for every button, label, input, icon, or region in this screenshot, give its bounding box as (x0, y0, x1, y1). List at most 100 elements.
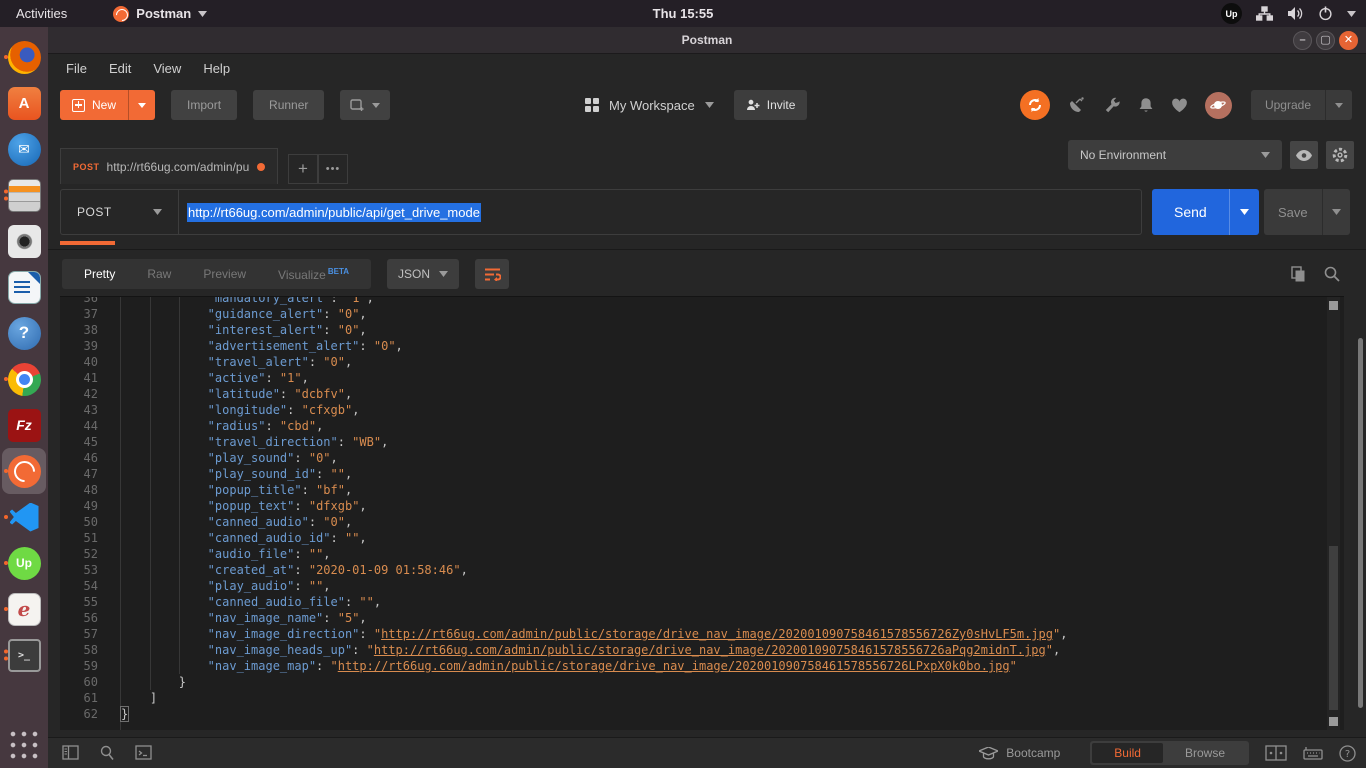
notifications-bell-icon[interactable] (1138, 97, 1154, 114)
window-scrollbar[interactable] (1358, 338, 1363, 708)
environment-quicklook-button[interactable] (1290, 141, 1318, 169)
json-value: WB (359, 435, 373, 449)
new-dropdown[interactable] (128, 90, 155, 120)
dock-item-libreoffice-writer[interactable] (2, 264, 46, 310)
json-key: "popup_title" (208, 483, 302, 497)
new-tab-button[interactable]: + (288, 154, 318, 184)
heart-icon[interactable] (1171, 98, 1188, 113)
dock-item-thunderbird[interactable]: ✉ (2, 126, 46, 172)
close-button[interactable]: ✕ (1339, 31, 1358, 50)
workspace-selector[interactable]: My Workspace (609, 98, 695, 113)
dock-item-terminal[interactable]: >_ (2, 632, 46, 678)
response-format-selector[interactable]: JSON (387, 259, 459, 289)
method-selector[interactable]: POST (60, 189, 178, 235)
bootcamp-label: Bootcamp (1006, 746, 1060, 760)
upgrade-dropdown[interactable] (1325, 90, 1352, 120)
indent-guide (150, 658, 179, 674)
view-visualize[interactable]: VisualizeBETA (262, 267, 365, 282)
view-preview[interactable]: Preview (187, 267, 262, 281)
ubuntu-software-icon: A (8, 87, 41, 120)
evince-icon: e (8, 593, 41, 626)
bracket: ] (150, 691, 157, 705)
line-number: 46 (60, 450, 120, 466)
response-url-link[interactable]: http://rt66ug.com/admin/public/storage/d… (381, 627, 1053, 641)
activities-button[interactable]: Activities (16, 6, 67, 21)
menu-help[interactable]: Help (203, 61, 230, 76)
new-window-button[interactable] (340, 90, 390, 120)
wrap-text-button[interactable] (475, 259, 509, 289)
send-button[interactable]: Send (1152, 189, 1259, 235)
upwork-tray-icon[interactable]: Up (1221, 3, 1242, 24)
response-body-viewer[interactable]: 36"mandatory_alert": "1",37"guidance_ale… (60, 296, 1344, 730)
interceptor-icon[interactable] (1067, 97, 1086, 114)
volume-icon[interactable] (1287, 6, 1304, 21)
dock-item-vscode[interactable] (2, 494, 46, 540)
request-tab[interactable]: POST http://rt66ug.com/admin/publ... (60, 148, 278, 184)
dock-item-file-cabinet[interactable] (2, 172, 46, 218)
save-dropdown[interactable] (1322, 189, 1350, 235)
caret-down-icon[interactable] (705, 102, 714, 108)
import-button[interactable]: Import (171, 90, 237, 120)
postman-app-icon (113, 6, 129, 22)
dock-item-upwork[interactable]: Up (2, 540, 46, 586)
dock-item-evince[interactable]: e (2, 586, 46, 632)
runner-button[interactable]: Runner (253, 90, 324, 120)
menu-file[interactable]: File (66, 61, 87, 76)
help-icon[interactable]: ? (1339, 745, 1356, 762)
bootcamp-button[interactable]: Bootcamp (979, 746, 1060, 760)
save-button[interactable]: Save (1264, 189, 1350, 235)
sync-button[interactable] (1020, 90, 1050, 120)
line-number: 60 (60, 674, 120, 690)
new-button[interactable]: New (60, 90, 155, 120)
console-icon[interactable] (135, 745, 152, 760)
shortcuts-keyboard-icon[interactable] (1303, 746, 1323, 760)
scrollbar-thumb[interactable] (1329, 546, 1338, 710)
save-label: Save (1264, 189, 1322, 235)
response-url-link[interactable]: http://rt66ug.com/admin/public/storage/d… (374, 643, 1046, 657)
two-pane-view-icon[interactable] (1265, 745, 1287, 761)
dock-item-help[interactable]: ? (2, 310, 46, 356)
window-titlebar[interactable]: Postman – ▢ ✕ (48, 27, 1366, 54)
avatar[interactable] (1205, 92, 1232, 119)
response-url-link[interactable]: http://rt66ug.com/admin/public/storage/d… (338, 659, 1010, 673)
dock-item-postman[interactable] (2, 448, 46, 494)
build-tab[interactable]: Build (1092, 743, 1163, 763)
indent-guide (150, 578, 179, 594)
search-icon[interactable] (1324, 266, 1340, 282)
clock[interactable]: Thu 15:55 (653, 6, 714, 21)
app-menu-button[interactable]: Postman (113, 6, 207, 22)
tab-options-button[interactable]: ••• (318, 154, 348, 184)
power-icon[interactable] (1318, 6, 1333, 21)
find-icon[interactable] (99, 745, 115, 761)
dock-item-firefox[interactable] (2, 34, 46, 80)
minimize-button[interactable]: – (1293, 31, 1312, 50)
invite-button[interactable]: Invite (734, 90, 808, 120)
settings-wrench-icon[interactable] (1103, 97, 1121, 114)
copy-icon[interactable] (1291, 266, 1306, 282)
response-scrollbar[interactable] (1327, 297, 1340, 730)
dock-item-filezilla[interactable]: Fz (2, 402, 46, 448)
code-line: 49"popup_text": "dfxgb", (60, 498, 1344, 514)
code-line: 56"nav_image_name": "5", (60, 610, 1344, 626)
caret-down-icon[interactable] (1347, 11, 1356, 17)
environment-settings-button[interactable] (1326, 141, 1354, 169)
url-input[interactable]: http://rt66ug.com/admin/public/api/get_d… (178, 189, 1142, 235)
dock-item-chrome[interactable] (2, 356, 46, 402)
send-dropdown[interactable] (1229, 189, 1259, 235)
toggle-sidebar-icon[interactable] (62, 745, 79, 760)
maximize-button[interactable]: ▢ (1316, 31, 1335, 50)
menu-edit[interactable]: Edit (109, 61, 131, 76)
dock-item-ubuntu-software[interactable]: A (2, 80, 46, 126)
menu-view[interactable]: View (153, 61, 181, 76)
browse-tab[interactable]: Browse (1163, 743, 1247, 763)
view-pretty[interactable]: Pretty (68, 267, 131, 281)
environment-selector[interactable]: No Environment (1068, 140, 1282, 170)
divider (48, 249, 1366, 250)
network-icon[interactable] (1256, 6, 1273, 21)
indent-guide (179, 482, 208, 498)
dock-item-app-grid[interactable] (2, 722, 46, 768)
response-view-switcher: PrettyRawPreviewVisualizeBETA (62, 259, 371, 289)
upgrade-button[interactable]: Upgrade (1251, 90, 1352, 120)
view-raw[interactable]: Raw (131, 267, 187, 281)
dock-item-rhythmbox[interactable] (2, 218, 46, 264)
